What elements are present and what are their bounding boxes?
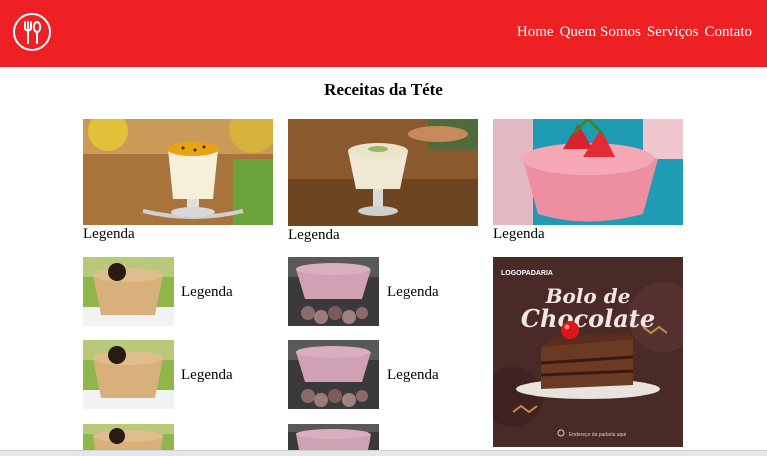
prune-mousse-photo-3[interactable] bbox=[83, 424, 174, 450]
caption-5: Legenda bbox=[387, 284, 439, 300]
caption-6: Legenda bbox=[181, 367, 233, 383]
prune-mousse-photo-2[interactable] bbox=[83, 340, 174, 409]
nav-link-home[interactable]: Home bbox=[517, 24, 554, 41]
chocolate-cake-poster[interactable]: LOGOPADARIA Bolo de Chocolate Endereço d… bbox=[493, 257, 683, 447]
nav-link-about[interactable]: Quem Somos bbox=[560, 24, 641, 41]
caption-3: Legenda bbox=[493, 226, 545, 242]
nav-link-services[interactable]: Serviços bbox=[647, 24, 699, 41]
poster-title-line2: Chocolate bbox=[521, 304, 655, 333]
horizontal-scrollbar[interactable] bbox=[0, 450, 767, 456]
caption-1: Legenda bbox=[83, 226, 135, 242]
poster-brand: LOGOPADARIA bbox=[501, 270, 553, 277]
caption-7: Legenda bbox=[387, 367, 439, 383]
grape-mousse-photo[interactable] bbox=[288, 257, 379, 326]
nav-link-contact[interactable]: Contato bbox=[705, 24, 753, 41]
grape-mousse-photo-2[interactable] bbox=[288, 340, 379, 409]
caption-4: Legenda bbox=[181, 284, 233, 300]
site-header: Home Quem Somos Serviços Contato bbox=[0, 0, 767, 67]
page-title: Receitas da Téte bbox=[324, 80, 443, 99]
restaurant-logo-icon[interactable] bbox=[13, 13, 51, 51]
grape-mousse-photo-3[interactable] bbox=[288, 424, 379, 450]
main-nav: Home Quem Somos Serviços Contato bbox=[517, 24, 752, 41]
caption-2: Legenda bbox=[288, 227, 340, 243]
passion-fruit-mousse-photo[interactable] bbox=[83, 119, 273, 225]
strawberry-mousse-photo[interactable] bbox=[493, 119, 683, 225]
cream-dessert-photo[interactable] bbox=[288, 119, 478, 226]
prune-mousse-photo[interactable] bbox=[83, 257, 174, 326]
poster-address: Endereço da padaria aqui bbox=[569, 432, 626, 438]
